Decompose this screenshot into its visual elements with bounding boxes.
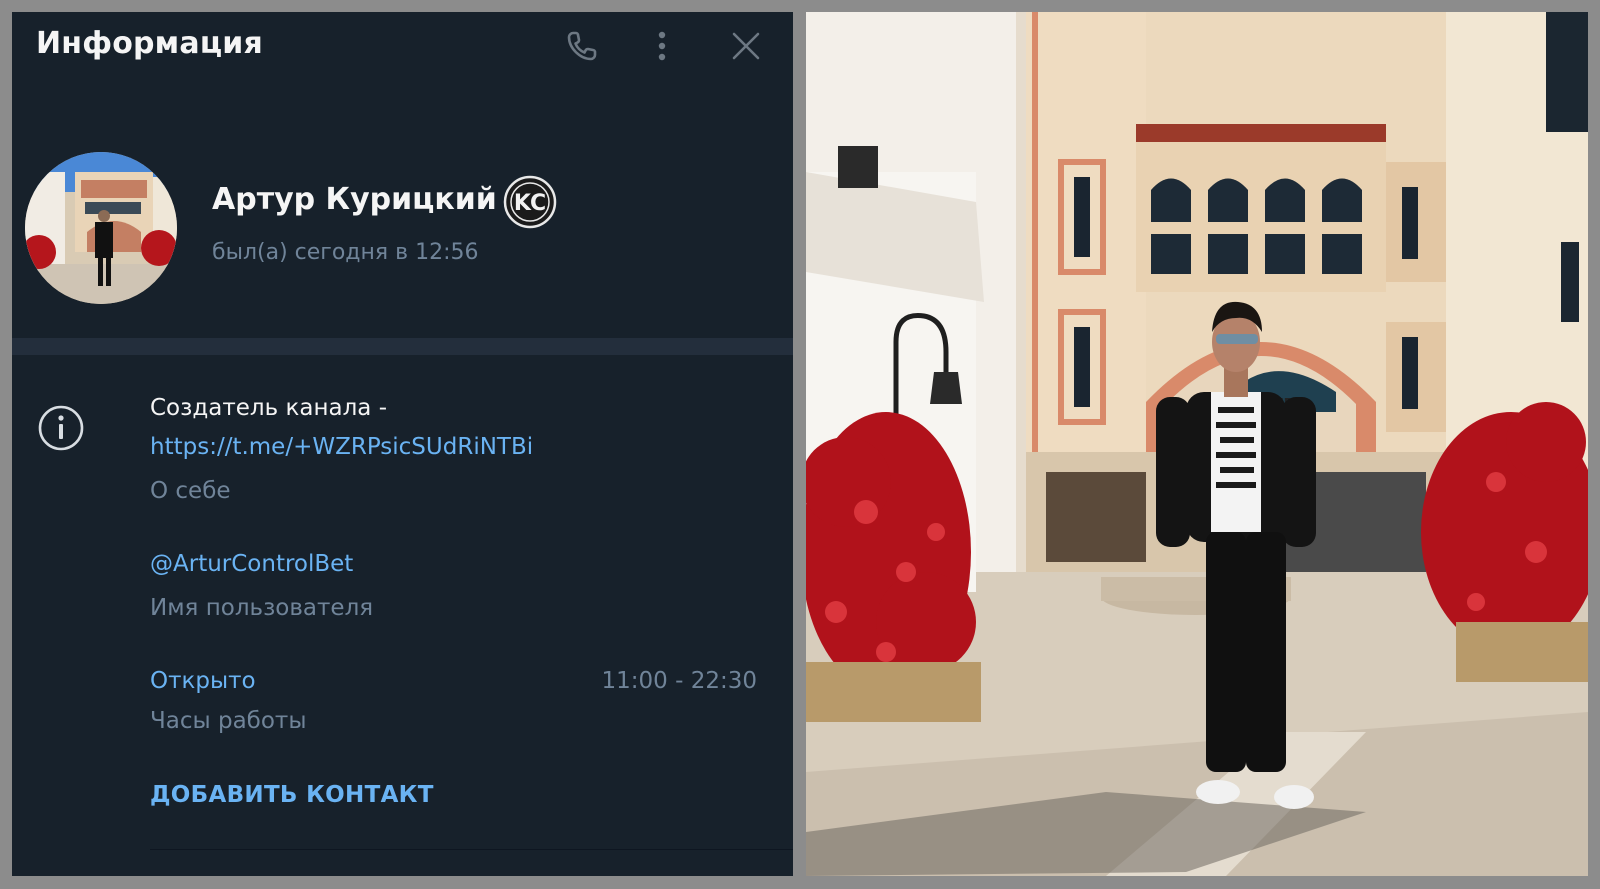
bottom-divider [150, 849, 793, 850]
bio-caption: О себе [150, 478, 231, 504]
profile-info-panel: Информация Артур Курицкий KC был(а) сего… [12, 12, 793, 876]
more-vertical-icon[interactable] [640, 24, 684, 68]
hours-value: 11:00 - 22:30 [601, 668, 758, 694]
section-divider [12, 338, 793, 355]
username-link[interactable]: @ArturControlBet [150, 551, 353, 577]
info-section: Создатель канала - https://t.me/+WZRPsic… [12, 355, 793, 876]
bio-text: Создатель канала - [150, 395, 387, 421]
bio-link[interactable]: https://t.me/+WZRPsicSUdRiNTBi [150, 434, 533, 460]
hours-status[interactable]: Открыто [150, 668, 256, 694]
profile-photo: URA [806, 12, 1588, 876]
hours-caption: Часы работы [150, 708, 307, 734]
info-icon [36, 403, 86, 453]
profile-section: Артур Курицкий KC был(а) сегодня в 12:56 [12, 78, 793, 338]
add-contact-button[interactable]: ДОБАВИТЬ КОНТАКТ [150, 782, 434, 808]
phone-icon[interactable] [560, 24, 604, 68]
username-caption: Имя пользователя [150, 595, 374, 621]
kc-logo-badge: KC [502, 174, 558, 230]
close-icon[interactable] [724, 24, 768, 68]
panel-header: Информация [12, 12, 793, 78]
last-seen-status: был(а) сегодня в 12:56 [212, 240, 479, 265]
badge-text: KC [514, 191, 546, 216]
panel-title: Информация [36, 26, 263, 61]
profile-name: Артур Курицкий [212, 182, 497, 217]
avatar[interactable] [25, 152, 177, 304]
